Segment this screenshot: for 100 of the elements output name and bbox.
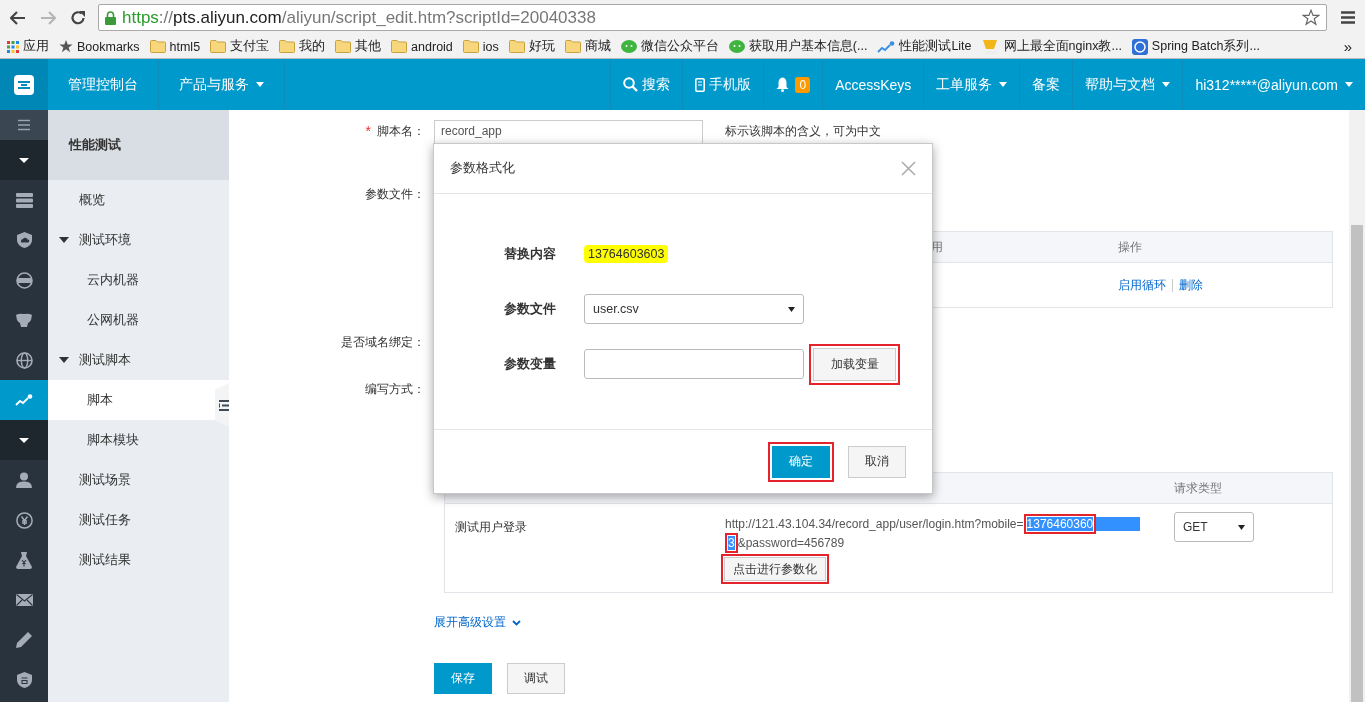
sidebar-item[interactable]: 测试场景: [48, 460, 229, 500]
parameter-file-select[interactable]: user.csv: [584, 294, 804, 324]
menu-icon[interactable]: [1341, 11, 1355, 24]
field-label: 参数文件: [503, 300, 557, 318]
bookmark[interactable]: ios: [462, 39, 499, 54]
debug-button[interactable]: 调试: [507, 663, 565, 694]
bookmark[interactable]: 应用: [7, 38, 49, 55]
folder-icon: [391, 40, 408, 53]
bookmark[interactable]: 我的: [279, 38, 326, 55]
field-label: 替换内容: [503, 245, 557, 263]
column-header: 操作: [1118, 238, 1143, 256]
count-badge: 0: [795, 76, 811, 93]
mail-icon[interactable]: [15, 594, 33, 606]
cancel-button[interactable]: 取消: [848, 445, 906, 478]
bookmark[interactable]: Spring Batch系列...: [1131, 38, 1260, 55]
dropdown-arrow-icon: [788, 306, 795, 312]
back-icon[interactable]: [10, 10, 26, 25]
folder-icon: [564, 40, 581, 53]
phone-icon: [695, 77, 706, 92]
sidebar-item[interactable]: 脚本: [48, 380, 229, 420]
field-label: 编写方式：: [364, 380, 425, 398]
selected-text: 1376460360: [1026, 516, 1094, 531]
globe-icon[interactable]: [15, 271, 33, 289]
folder-icon: [508, 40, 525, 53]
bookmark[interactable]: 微信公众平台: [620, 38, 719, 55]
bookmark[interactable]: 商城: [564, 38, 611, 55]
sidebar-item[interactable]: 云内机器: [48, 260, 229, 300]
sidebar-item[interactable]: 测试结果: [48, 540, 229, 580]
caret-icon: [256, 82, 264, 87]
circle-logo-icon: [1131, 38, 1148, 55]
replace-value: 13764603603: [584, 245, 669, 263]
field-label: 是否域名绑定：: [340, 333, 425, 351]
caret-icon: [1162, 82, 1171, 87]
url-text: &password=456789: [737, 535, 845, 550]
folder-icon: [279, 40, 296, 53]
menu-icon[interactable]: [18, 119, 30, 131]
bookmark[interactable]: 支付宝: [210, 38, 270, 55]
parameter-variable-field[interactable]: [584, 349, 804, 379]
column-header: 请求类型: [1173, 479, 1223, 497]
field-label: 脚本名：: [377, 123, 425, 140]
shield-icon[interactable]: [16, 232, 32, 248]
yen-icon[interactable]: [15, 511, 33, 529]
sidebar-item[interactable]: 概览: [48, 180, 229, 220]
chat-bubble-icon: [620, 39, 637, 54]
expanded-icon[interactable]: [59, 357, 69, 363]
trend-line-icon[interactable]: [15, 394, 33, 406]
bookmark[interactable]: 好玩: [508, 38, 555, 55]
user-icon[interactable]: [16, 472, 32, 488]
star-icon[interactable]: [1302, 9, 1320, 26]
folder-icon: [335, 40, 352, 53]
parameterize-button[interactable]: 点击进行参数化: [724, 557, 826, 581]
sidebar-item[interactable]: 公网机器: [48, 300, 229, 340]
globe-icon[interactable]: [15, 351, 33, 369]
required-mark: *: [365, 123, 371, 140]
lock-icon: [105, 10, 116, 25]
pencil-icon[interactable]: [16, 632, 32, 648]
bookmark[interactable]: Bookmarks: [59, 39, 140, 54]
method-select[interactable]: GET: [1174, 512, 1254, 542]
bookmark[interactable]: 网上最全面nginx教...: [981, 38, 1122, 55]
field-label: 参数文件：: [364, 185, 425, 203]
chevron-down-icon[interactable]: [512, 619, 521, 626]
cloud-logo[interactable]: [0, 59, 48, 110]
bookmark[interactable]: 其他: [335, 38, 382, 55]
dropdown-arrow-icon: [1238, 524, 1245, 530]
folder-icon: [149, 40, 166, 53]
caret-icon: [999, 82, 1008, 87]
sidebar-item[interactable]: 测试脚本: [48, 340, 229, 380]
reload-icon[interactable]: [70, 9, 86, 26]
caret-icon: [1345, 82, 1353, 87]
address-bar[interactable]: https://pts.aliyun.com/aliyun/script_edit.htm?scriptId=20040338: [98, 4, 1327, 31]
action-link[interactable]: 删除: [1179, 277, 1203, 294]
server-icon[interactable]: [15, 192, 33, 208]
bookmark[interactable]: android: [391, 39, 453, 54]
advanced-settings-link[interactable]: 展开高级设置: [434, 614, 506, 631]
load-variables-button[interactable]: 加载变量: [813, 347, 896, 381]
bookmark[interactable]: 性能测试Lite: [877, 38, 972, 55]
bookmark[interactable]: 获取用户基本信息(...: [728, 38, 868, 55]
trend-line-icon: [877, 40, 896, 53]
chat-bubble-icon: [728, 39, 745, 54]
selected-text: 3: [728, 535, 735, 550]
table-cell-text: 测试用户登录: [454, 519, 528, 536]
bookmark[interactable]: html5: [149, 39, 201, 54]
collapse-handle[interactable]: [215, 383, 229, 427]
expanded-icon[interactable]: [59, 237, 69, 243]
scrollbar-thumb[interactable]: [1351, 225, 1363, 702]
bell-icon: [776, 77, 790, 92]
caret-icon[interactable]: [19, 437, 29, 443]
folder-icon: [462, 40, 479, 53]
folder-icon: [210, 40, 227, 53]
sidebar-title: 性能测试: [48, 110, 229, 180]
money-bag-icon[interactable]: [16, 551, 32, 569]
sidebar-item[interactable]: 脚本模块: [48, 420, 229, 460]
shield-icon[interactable]: [16, 672, 32, 688]
bookmarks-overflow-button[interactable]: »: [1343, 38, 1358, 55]
sidebar-item[interactable]: 测试环境: [48, 220, 229, 260]
search-icon: [623, 77, 639, 92]
action-link[interactable]: 启用循环: [1118, 277, 1166, 294]
field-label: 参数变量: [503, 355, 557, 373]
sidebar-item[interactable]: 测试任务: [48, 500, 229, 540]
caret-icon[interactable]: [19, 157, 29, 163]
